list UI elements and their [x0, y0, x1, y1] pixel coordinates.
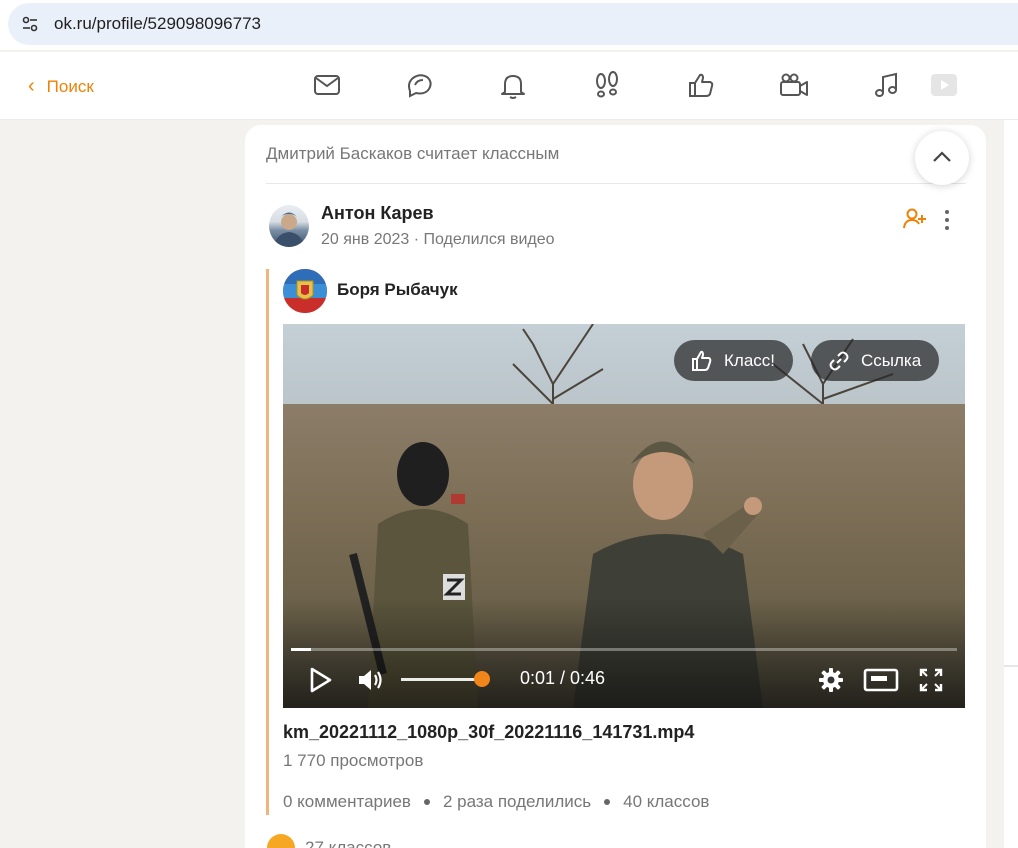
chevron-up-icon [933, 151, 951, 162]
divider [266, 183, 966, 184]
settings-button[interactable] [816, 665, 846, 695]
mini-player-button[interactable] [862, 665, 900, 695]
url-text[interactable]: ok.ru/profile/529098096773 [54, 14, 261, 34]
post-date[interactable]: 20 янв 2023 [321, 231, 409, 248]
video-title[interactable]: km_20221112_1080p_30f_20221116_141731.mp… [283, 722, 694, 743]
video-time: 0:01 / 0:46 [520, 668, 606, 688]
volume-slider[interactable] [401, 678, 483, 681]
volume-icon [359, 670, 382, 690]
gear-icon [819, 668, 843, 692]
shared-author-avatar[interactable] [283, 269, 327, 313]
video-link-label: Ссылка [861, 350, 922, 370]
notifications-icon[interactable] [496, 68, 530, 102]
klass-row[interactable]: 27 классов [267, 834, 391, 848]
video-link-button[interactable]: Ссылка [811, 340, 940, 381]
klass-count[interactable]: 40 классов [623, 792, 709, 812]
guests-icon[interactable] [590, 68, 624, 102]
shared-author-name[interactable]: Боря Рыбачук [337, 280, 458, 300]
right-sidebar-edge [1004, 120, 1018, 848]
klass-badge-icon [267, 834, 295, 848]
play-button[interactable] [305, 665, 335, 695]
link-icon [829, 351, 849, 370]
video-klass-button[interactable]: Класс! [674, 340, 793, 381]
events-icon[interactable] [684, 68, 718, 102]
author-avatar[interactable] [269, 205, 309, 247]
browser-address-area: ok.ru/profile/529098096773 [0, 0, 1018, 50]
view-count: 1 770 просмотров [283, 751, 424, 770]
messages-icon[interactable] [310, 68, 344, 102]
comments-count[interactable]: 0 комментариев [283, 792, 411, 812]
volume-slider-handle[interactable] [474, 671, 490, 687]
address-bar[interactable]: ok.ru/profile/529098096773 [8, 3, 1018, 45]
separator-dot [604, 799, 611, 805]
mini-player-icon [863, 668, 899, 692]
chevron-left-icon: ‹ [28, 75, 35, 97]
fullscreen-button[interactable] [916, 665, 946, 695]
klass-row-label: 27 классов [305, 838, 392, 848]
video-progress-bar[interactable] [291, 648, 957, 651]
scroll-up-button[interactable] [915, 131, 969, 185]
top-navigation: ‹ Поиск [0, 52, 1018, 120]
liked-by-text: Дмитрий Баскаков считает классным [266, 144, 560, 163]
video-icon[interactable] [927, 68, 961, 102]
post-action: Поделился видео [423, 231, 555, 248]
volume-button[interactable] [355, 665, 387, 695]
video-player[interactable]: Класс! Ссылка 0:01 / 0:46 [283, 324, 965, 708]
more-options-icon[interactable] [941, 207, 953, 233]
back-search-label: Поиск [46, 76, 94, 96]
video-klass-label: Класс! [724, 350, 775, 370]
music-icon[interactable] [870, 68, 904, 102]
feed-card: Дмитрий Баскаков считает классным Антон … [245, 125, 986, 848]
shared-content-marker [266, 269, 269, 815]
meta-separator: · [409, 231, 424, 248]
separator-dot [423, 799, 430, 805]
video-progress-played [291, 648, 311, 651]
post-stats: 0 комментариев 2 раза поделились 40 клас… [283, 792, 709, 812]
site-settings-icon[interactable] [16, 10, 44, 38]
back-search-link[interactable]: ‹ Поиск [28, 75, 94, 98]
video-calls-icon[interactable] [777, 68, 811, 102]
author-name[interactable]: Антон Карев [321, 203, 434, 224]
play-icon [310, 667, 332, 693]
post-meta: 20 янв 2023 · Поделился видео [321, 231, 555, 249]
discussions-icon[interactable] [403, 68, 437, 102]
shares-count[interactable]: 2 раза поделились [443, 792, 591, 812]
thumbs-up-icon [692, 350, 712, 371]
fullscreen-icon [919, 668, 943, 692]
add-friend-icon[interactable] [902, 206, 928, 232]
